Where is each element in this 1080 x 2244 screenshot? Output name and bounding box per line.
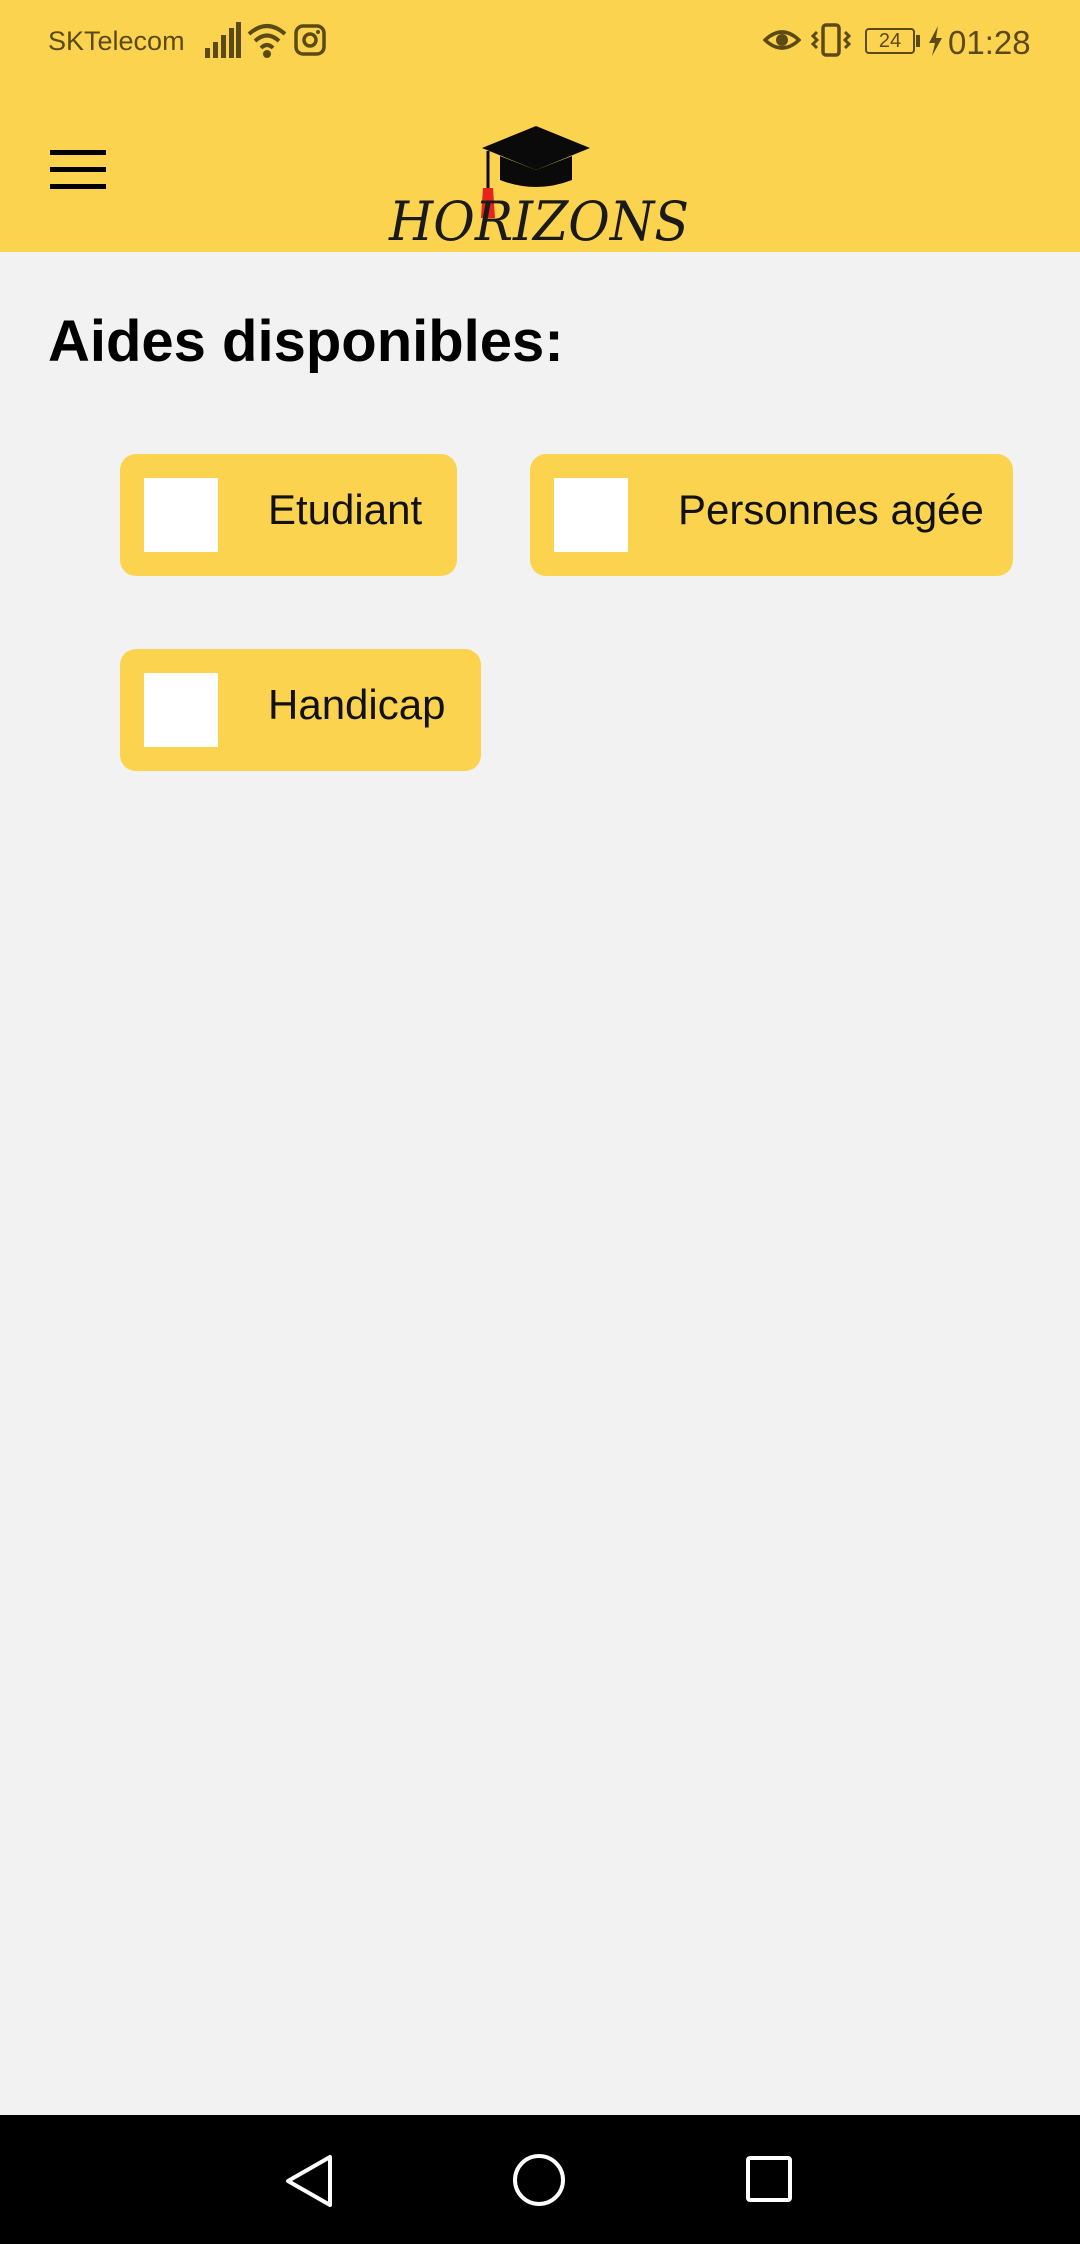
option-personnes-agee[interactable]: Personnes agée bbox=[530, 454, 1013, 576]
app-header: SKTelecom 24 01:28 HORIZONS bbox=[0, 0, 1080, 253]
horizons-logo: HORIZONS bbox=[388, 126, 689, 253]
battery-tip bbox=[916, 35, 920, 47]
charging-icon bbox=[929, 26, 942, 56]
hamburger-menu-icon[interactable] bbox=[50, 150, 106, 190]
instagram-icon bbox=[294, 24, 326, 56]
battery-level: 24 bbox=[878, 30, 902, 52]
page-title: Aides disponibles: bbox=[48, 309, 564, 374]
back-icon[interactable] bbox=[282, 2153, 336, 2209]
eye-icon bbox=[763, 30, 801, 50]
option-label: Etudiant bbox=[268, 486, 423, 533]
status-bar: SKTelecom 24 01:28 bbox=[0, 0, 1080, 86]
signal-icon bbox=[205, 22, 241, 58]
recents-icon[interactable] bbox=[745, 2155, 793, 2203]
checkbox[interactable] bbox=[144, 673, 218, 747]
option-etudiant[interactable]: Etudiant bbox=[120, 454, 457, 576]
wifi-icon bbox=[247, 24, 287, 58]
checkbox[interactable] bbox=[554, 478, 628, 552]
checkbox[interactable] bbox=[144, 478, 218, 552]
home-icon[interactable] bbox=[511, 2152, 567, 2208]
option-handicap[interactable]: Handicap bbox=[120, 649, 481, 771]
clock: 01:28 bbox=[948, 24, 1031, 61]
option-label: Personnes agée bbox=[678, 486, 984, 533]
system-nav-bar bbox=[0, 2115, 1080, 2244]
carrier-name: SKTelecom bbox=[48, 26, 185, 56]
option-label: Handicap bbox=[268, 681, 446, 728]
battery-icon: 24 bbox=[865, 28, 915, 54]
vibrate-icon bbox=[810, 23, 852, 57]
logo-text: HORIZONS bbox=[388, 190, 689, 253]
